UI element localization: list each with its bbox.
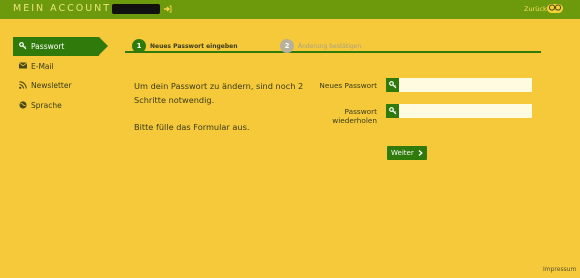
step-1-indicator: 1 — [132, 39, 146, 53]
impressum-link[interactable]: Impressum — [543, 266, 576, 273]
step-2-indicator: 2 — [280, 39, 294, 53]
next-button-label: Weiter — [391, 149, 414, 157]
key-icon — [18, 37, 28, 56]
chevron-right-icon — [418, 149, 423, 157]
sign-out-icon[interactable] — [163, 4, 172, 14]
intro-text: Um dein Passwort zu ändern, sind noch 2 … — [134, 79, 304, 134]
step-2-label: Änderung bestätigen — [298, 43, 362, 50]
repeat-password-group — [386, 104, 532, 118]
repeat-password-label: Passwort wiederholen — [332, 107, 377, 125]
new-password-group — [386, 78, 532, 92]
key-icon — [386, 78, 399, 92]
new-password-input[interactable] — [399, 78, 532, 92]
page-title: MEIN ACCOUNT — [13, 3, 112, 14]
globe-icon — [18, 96, 28, 115]
sidebar-item-email[interactable]: E-Mail — [13, 57, 99, 76]
redacted-username — [112, 4, 160, 14]
step-progress-line — [125, 51, 541, 53]
repeat-password-input[interactable] — [399, 104, 532, 118]
link-icon[interactable] — [547, 4, 563, 13]
rss-icon — [18, 76, 28, 95]
next-button[interactable]: Weiter — [387, 146, 427, 160]
intro-paragraph: Um dein Passwort zu ändern, sind noch 2 … — [134, 81, 304, 105]
sidebar-item-label: Newsletter — [31, 81, 72, 90]
step-1-label: Neues Passwort eingeben — [150, 43, 238, 50]
envelope-icon — [18, 57, 28, 76]
sidebar-item-newsletter[interactable]: Newsletter — [13, 76, 99, 95]
sidebar-item-label: Sprache — [31, 100, 62, 110]
key-icon — [386, 104, 399, 118]
sidebar: Passwort E-Mail Newsletter Sprache — [13, 37, 109, 115]
sidebar-item-label: Passwort — [31, 42, 65, 51]
new-password-label: Neues Passwort — [319, 81, 377, 90]
sidebar-item-passwort[interactable]: Passwort — [13, 37, 108, 56]
sidebar-item-label: E-Mail — [31, 61, 54, 71]
intro-paragraph: Bitte fülle das Formular aus. — [134, 122, 250, 132]
back-link[interactable]: Zurück — [524, 5, 547, 13]
sidebar-item-sprache[interactable]: Sprache — [13, 96, 99, 115]
top-bar: MEIN ACCOUNT Zurück — [0, 0, 580, 19]
